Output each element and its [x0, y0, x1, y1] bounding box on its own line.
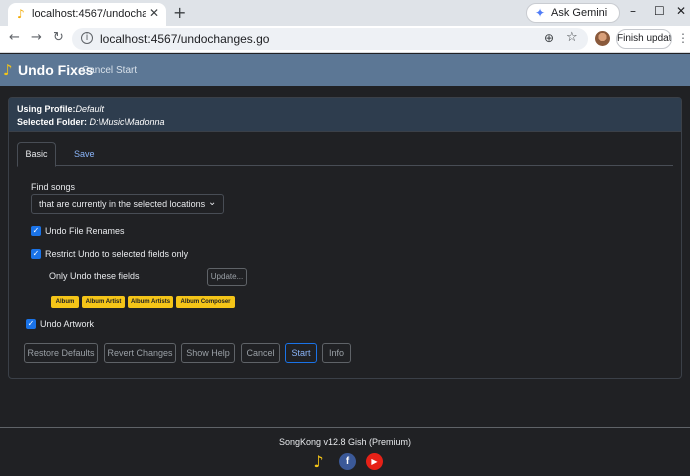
zoom-icon[interactable]: ⊕ — [544, 31, 554, 45]
songkong-note-icon[interactable]: ♪ — [310, 453, 327, 470]
restore-defaults-button[interactable]: Restore Defaults — [24, 343, 98, 363]
field-chip-album: Album — [51, 296, 79, 308]
browser-tab[interactable]: ♪ localhost:4567/undochanges.go ✕ — [8, 3, 166, 26]
finish-update-button[interactable]: Finish update — [616, 29, 672, 49]
facebook-icon[interactable]: f — [339, 453, 356, 470]
chevron-down-icon: ⌄ — [208, 197, 217, 208]
restrict-undo-label: Restrict Undo to selected fields only — [45, 249, 189, 259]
youtube-icon[interactable]: ▶ — [366, 453, 383, 470]
browser-toolbar: ← → ↻ i localhost:4567/undochanges.go ⊕ … — [0, 26, 690, 53]
undo-artwork-checkbox[interactable]: ✓ — [26, 319, 36, 329]
only-undo-fields-label: Only Undo these fields — [49, 271, 140, 281]
songkong-logo-icon: ♪ — [3, 61, 13, 79]
field-chip-album-artists: Album Artists — [128, 296, 173, 308]
field-chip-album-composer: Album Composer — [176, 296, 235, 308]
footer-divider — [0, 427, 690, 428]
panel-header: Using Profile:Default Selected Folder: D… — [9, 98, 681, 132]
tab-basic[interactable]: Basic — [17, 142, 56, 167]
profile-line: Using Profile:Default — [17, 104, 104, 114]
address-bar[interactable]: i localhost:4567/undochanges.go ⊕ ☆ — [72, 28, 588, 50]
show-help-button[interactable]: Show Help — [181, 343, 235, 363]
undo-fixes-panel: Using Profile:Default Selected Folder: D… — [8, 97, 682, 379]
settings-tabs: Basic Save — [17, 142, 673, 167]
close-tab-icon[interactable]: ✕ — [149, 6, 159, 20]
profile-value: Default — [75, 104, 105, 114]
minimize-icon[interactable]: – — [630, 4, 636, 18]
update-fields-button[interactable]: Update... — [207, 268, 247, 286]
field-chip-album-artist: Album Artist — [82, 296, 125, 308]
ask-gemini-button[interactable]: ✦ Ask Gemini — [526, 3, 620, 23]
undo-file-renames-checkbox[interactable]: ✓ — [31, 226, 41, 236]
restrict-undo-checkbox[interactable]: ✓ — [31, 249, 41, 259]
maximize-icon[interactable]: ☐ — [654, 4, 665, 18]
find-songs-value: that are currently in the selected locat… — [39, 199, 206, 209]
header-start-link[interactable]: Start — [116, 65, 137, 76]
forward-icon[interactable]: → — [31, 30, 42, 45]
gemini-sparkle-icon: ✦ — [535, 6, 546, 20]
cancel-button[interactable]: Cancel — [241, 343, 280, 363]
folder-label: Selected Folder: — [17, 117, 90, 127]
music-note-icon: ♪ — [17, 7, 25, 21]
app-header: ♪ Undo Fixes Cancel Start — [0, 54, 690, 86]
profile-label: Using Profile: — [17, 104, 76, 114]
tab-title: localhost:4567/undochanges.go — [32, 8, 146, 20]
back-icon[interactable]: ← — [9, 30, 20, 45]
folder-line: Selected Folder: D:\Music\Madonna — [17, 117, 165, 127]
profile-avatar[interactable] — [595, 31, 610, 46]
folder-value: D:\Music\Madonna — [89, 117, 165, 127]
undo-artwork-label: Undo Artwork — [40, 319, 95, 329]
undo-file-renames-label: Undo File Renames — [45, 226, 125, 236]
revert-changes-button[interactable]: Revert Changes — [104, 343, 176, 363]
find-songs-select[interactable]: that are currently in the selected locat… — [31, 194, 224, 214]
find-songs-label: Find songs — [31, 182, 76, 192]
info-button[interactable]: Info — [322, 343, 351, 363]
url-text[interactable]: localhost:4567/undochanges.go — [100, 32, 269, 46]
start-button[interactable]: Start — [285, 343, 317, 363]
close-window-icon[interactable]: ✕ — [676, 4, 686, 18]
new-tab-icon[interactable]: + — [173, 3, 186, 22]
tab-save[interactable]: Save — [74, 149, 95, 159]
header-cancel-link[interactable]: Cancel — [82, 65, 113, 76]
menu-kebab-icon[interactable]: ⋮ — [677, 31, 689, 45]
site-info-icon[interactable]: i — [81, 32, 93, 44]
ask-gemini-label: Ask Gemini — [551, 7, 608, 19]
bookmark-star-icon[interactable]: ☆ — [566, 30, 578, 45]
browser-tab-strip: ♪ localhost:4567/undochanges.go ✕ + ✦ As… — [0, 0, 690, 26]
reload-icon[interactable]: ↻ — [53, 30, 64, 45]
footer-version: SongKong v12.8 Gish (Premium) — [278, 437, 412, 447]
